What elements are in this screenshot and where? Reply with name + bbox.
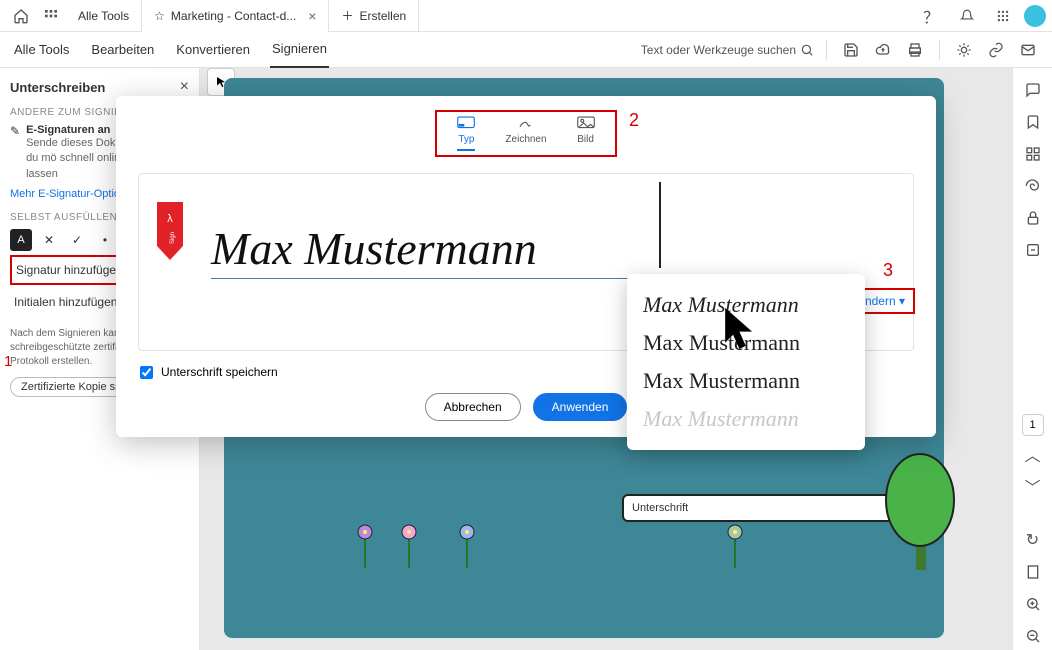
close-icon[interactable]: × — [308, 8, 316, 24]
send-icon: ✎ — [10, 124, 20, 182]
tab-create[interactable]: ＋ Erstellen — [329, 0, 419, 32]
svg-text:λ: λ — [167, 213, 173, 225]
tab-label: Bild — [577, 134, 594, 145]
chevron-up-icon[interactable]: ︿ — [1019, 440, 1047, 468]
save-signature-checkbox[interactable] — [140, 366, 153, 379]
apply-button[interactable]: Anwenden — [533, 393, 628, 421]
bookmark-icon[interactable] — [1019, 108, 1047, 136]
right-rail: 1 ︿ ﹀ ↻ — [1012, 68, 1052, 650]
tab-type[interactable]: Typ — [457, 116, 475, 151]
page-number[interactable]: 1 — [1022, 414, 1044, 436]
help-icon[interactable]: ？ — [919, 4, 943, 28]
link-icon[interactable] — [984, 38, 1008, 62]
tab-label: Erstellen — [360, 9, 407, 23]
tab-document[interactable]: ☆ Marketing - Contact-d... × — [142, 0, 329, 32]
text-caret — [659, 182, 661, 268]
toolbar-convert[interactable]: Konvertieren — [174, 32, 252, 68]
search-input[interactable]: Text oder Werkzeuge suchen — [641, 43, 814, 57]
cloud-icon[interactable] — [871, 38, 895, 62]
apps-icon[interactable] — [39, 4, 63, 28]
star-icon: ☆ — [154, 9, 165, 23]
signature-mode-tabs: Typ Zeichnen Bild — [116, 96, 936, 167]
check-tool-icon[interactable]: ✓ — [66, 229, 88, 251]
tab-all-tools[interactable]: Alle Tools — [66, 0, 142, 32]
tab-label: Typ — [458, 134, 474, 145]
toolbar: Alle Tools Bearbeiten Konvertieren Signi… — [0, 32, 1052, 68]
ai-icon[interactable] — [952, 38, 976, 62]
tab-label: Zeichnen — [505, 134, 546, 145]
x-tool-icon[interactable]: ✕ — [38, 229, 60, 251]
dot-tool-icon[interactable]: • — [94, 229, 116, 251]
avatar[interactable] — [1024, 5, 1046, 27]
print-icon[interactable] — [903, 38, 927, 62]
panel-title: Unterschreiben — [10, 80, 189, 95]
home-icon[interactable] — [9, 4, 33, 28]
textbox-tool-icon[interactable]: A — [10, 229, 32, 251]
window-tabbar: Alle Tools ☆ Marketing - Contact-d... × … — [0, 0, 1052, 32]
attach-icon[interactable] — [1019, 172, 1047, 200]
adobe-ribbon-icon: λ Sign — [157, 202, 183, 262]
field-label: Unterschrift — [632, 502, 912, 514]
chevron-down-icon[interactable]: ﹀ — [1019, 472, 1047, 500]
save-signature-label: Unterschrift speichern — [161, 365, 278, 379]
toolbar-sign[interactable]: Signieren — [270, 32, 329, 68]
style-option[interactable]: Max Mustermann — [643, 362, 849, 400]
annotation-3: 3 — [883, 260, 893, 281]
flower-icon — [722, 522, 748, 568]
search-placeholder: Text oder Werkzeuge suchen — [641, 43, 796, 57]
grid-icon[interactable] — [991, 4, 1015, 28]
annotation-1: 1 — [4, 353, 12, 370]
signature-field[interactable]: Unterschrift — [622, 494, 922, 522]
style-popup: Max Mustermann Max Mustermann Max Muster… — [627, 274, 865, 450]
cancel-button[interactable]: Abbrechen — [425, 393, 521, 421]
svg-text:Sign: Sign — [170, 232, 176, 244]
lock-icon[interactable] — [1019, 204, 1047, 232]
toolbar-all-tools[interactable]: Alle Tools — [12, 32, 71, 68]
mail-icon[interactable] — [1016, 38, 1040, 62]
close-icon[interactable]: × — [180, 78, 189, 96]
toolbar-edit[interactable]: Bearbeiten — [89, 32, 156, 68]
tab-label: Marketing - Contact-d... — [171, 9, 296, 23]
style-option[interactable]: Max Mustermann — [643, 400, 849, 438]
tab-draw[interactable]: Zeichnen — [505, 116, 546, 151]
thumbnails-icon[interactable] — [1019, 140, 1047, 168]
flower-icon — [454, 522, 480, 568]
zoom-out-icon[interactable] — [1019, 622, 1047, 650]
fit-icon[interactable] — [1019, 558, 1047, 586]
signature-text[interactable]: Max Mustermann — [211, 219, 803, 279]
tree-icon — [880, 444, 960, 574]
bell-icon[interactable] — [955, 4, 979, 28]
save-icon[interactable] — [839, 38, 863, 62]
plus-icon: ＋ — [341, 7, 353, 24]
tab-label: Alle Tools — [78, 9, 129, 23]
annotation-2: 2 — [629, 110, 639, 131]
refresh-icon[interactable]: ↻ — [1019, 526, 1047, 554]
flower-icon — [352, 522, 378, 568]
flower-icon — [396, 522, 422, 568]
zoom-in-icon[interactable] — [1019, 590, 1047, 618]
cursor-icon — [722, 306, 760, 354]
comment-icon[interactable] — [1019, 76, 1047, 104]
more-icon[interactable] — [1019, 236, 1047, 264]
tab-image[interactable]: Bild — [577, 116, 595, 151]
